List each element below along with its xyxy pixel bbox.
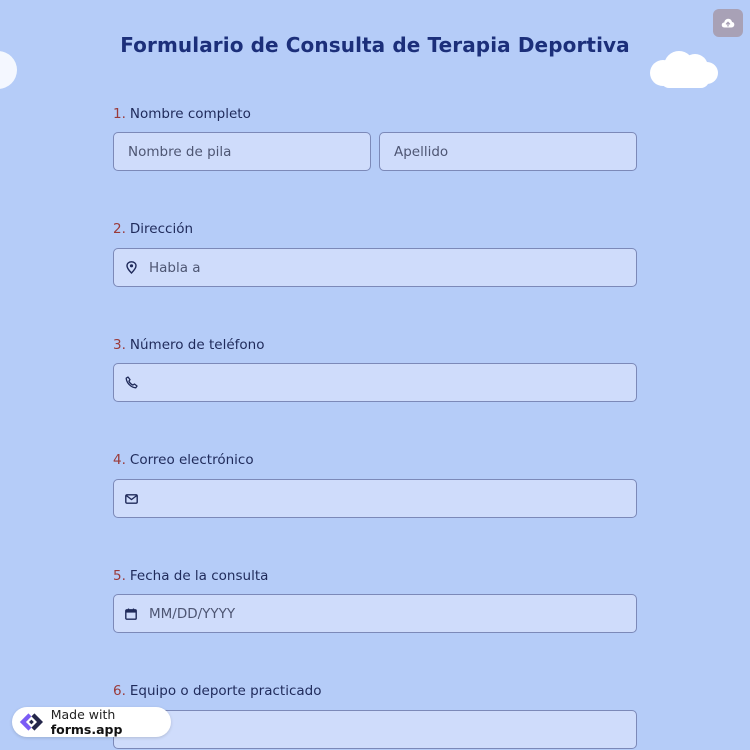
question-label: 1. Nombre completo xyxy=(113,105,637,123)
question-text: Nombre completo xyxy=(129,106,251,122)
question-text: Dirección xyxy=(129,221,194,237)
question-label: 3. Número de teléfono xyxy=(113,336,637,354)
calendar-icon xyxy=(124,607,138,621)
question-number: 6. xyxy=(113,683,126,699)
question-number: 3. xyxy=(113,337,126,353)
address-input[interactable]: Habla a xyxy=(113,248,637,287)
question-number: 5. xyxy=(113,568,126,584)
badge-brand: forms.app xyxy=(50,722,123,737)
question-email: 4. Correo electrónico xyxy=(113,451,637,469)
question-label: 4. Correo electrónico xyxy=(113,451,637,469)
location-pin-icon xyxy=(124,261,138,275)
cloud-upload-icon xyxy=(721,18,735,28)
question-text: Número de teléfono xyxy=(129,337,265,353)
address-placeholder: Habla a xyxy=(149,259,201,276)
date-placeholder: MM/DD/YYYY xyxy=(149,605,236,622)
question-label: 5. Fecha de la consulta xyxy=(113,567,637,585)
last-name-input[interactable]: Apellido xyxy=(379,132,637,171)
email-input[interactable] xyxy=(113,479,637,518)
badge-prefix: Made with xyxy=(50,707,116,722)
made-with-forms-app-badge[interactable]: Made with forms.app xyxy=(12,707,171,737)
form-title: Formulario de Consulta de Terapia Deport… xyxy=(120,33,630,57)
question-consult-date: 5. Fecha de la consulta xyxy=(113,567,637,585)
question-label: 6. Equipo o deporte practicado xyxy=(113,682,637,700)
question-number: 4. xyxy=(113,452,126,468)
phone-icon xyxy=(124,376,138,390)
sport-input[interactable] xyxy=(113,710,637,749)
question-sport: 6. Equipo o deporte practicado xyxy=(113,682,637,700)
form-page: Formulario de Consulta de Terapia Deport… xyxy=(0,0,750,750)
question-text: Correo electrónico xyxy=(129,452,254,468)
question-number: 1. xyxy=(113,106,126,122)
envelope-icon xyxy=(124,492,138,506)
first-name-placeholder: Nombre de pila xyxy=(128,143,232,160)
question-address: 2. Dirección xyxy=(113,220,637,238)
last-name-placeholder: Apellido xyxy=(394,143,449,160)
question-label: 2. Dirección xyxy=(113,220,637,238)
forms-app-logo-icon xyxy=(19,713,44,731)
question-text: Equipo o deporte practicado xyxy=(129,683,322,699)
question-number: 2. xyxy=(113,221,126,237)
badge-label: Made with forms.app xyxy=(51,707,171,737)
phone-input[interactable] xyxy=(113,363,637,402)
question-phone: 3. Número de teléfono xyxy=(113,336,637,354)
question-full-name: 1. Nombre completo xyxy=(113,105,637,123)
first-name-input[interactable]: Nombre de pila xyxy=(113,132,371,171)
date-input[interactable]: MM/DD/YYYY xyxy=(113,594,637,633)
question-text: Fecha de la consulta xyxy=(129,568,269,584)
